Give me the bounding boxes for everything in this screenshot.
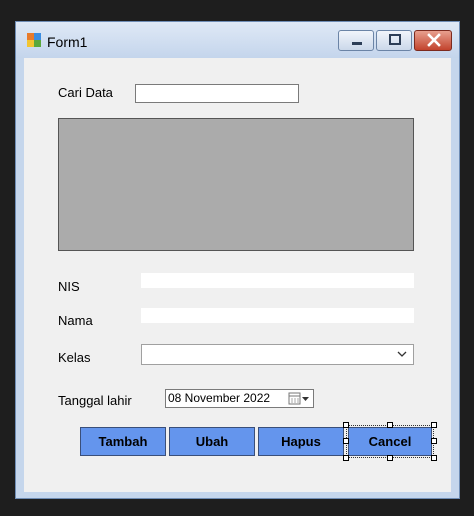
kelas-label: Kelas xyxy=(58,350,91,365)
resize-handle-bottom-left[interactable] xyxy=(343,455,349,461)
nis-input[interactable] xyxy=(141,273,414,288)
close-button[interactable] xyxy=(414,30,452,51)
close-icon xyxy=(427,33,441,47)
minimize-button[interactable] xyxy=(338,30,374,51)
maximize-button[interactable] xyxy=(376,30,412,51)
resize-handle-bottom-right[interactable] xyxy=(431,455,437,461)
resize-handle-left[interactable] xyxy=(343,438,349,444)
nama-label: Nama xyxy=(58,313,93,328)
hapus-button[interactable]: Hapus xyxy=(258,427,344,456)
window-title: Form1 xyxy=(47,34,88,50)
form1-window: Form1 Cari Data NIS Nama Kelas Tanggal l… xyxy=(15,21,460,499)
form-client-area: Cari Data NIS Nama Kelas Tanggal lahir 0… xyxy=(24,58,451,492)
resize-handle-top-left[interactable] xyxy=(343,422,349,428)
resize-handle-top[interactable] xyxy=(387,422,393,428)
minimize-icon xyxy=(352,42,362,45)
nama-input[interactable] xyxy=(141,308,414,323)
tambah-button[interactable]: Tambah xyxy=(80,427,166,456)
search-input[interactable] xyxy=(135,84,299,103)
maximize-icon xyxy=(389,34,401,45)
cancel-button[interactable]: Cancel xyxy=(348,427,432,456)
resize-handle-right[interactable] xyxy=(431,438,437,444)
title-bar[interactable]: Form1 xyxy=(16,22,459,58)
tanggal-lahir-datepicker[interactable]: 08 November 2022 xyxy=(165,389,314,408)
data-grid[interactable] xyxy=(58,118,414,251)
tanggal-lahir-value: 08 November 2022 xyxy=(168,391,271,405)
search-label: Cari Data xyxy=(58,85,113,100)
resize-handle-top-right[interactable] xyxy=(431,422,437,428)
nis-label: NIS xyxy=(58,279,80,294)
app-icon xyxy=(27,33,41,47)
calendar-dropdown-icon[interactable] xyxy=(287,391,311,406)
resize-handle-bottom[interactable] xyxy=(387,455,393,461)
tanggal-lahir-label: Tanggal lahir xyxy=(58,393,132,408)
ubah-button[interactable]: Ubah xyxy=(169,427,255,456)
kelas-combobox[interactable] xyxy=(141,344,414,365)
chevron-down-icon[interactable] xyxy=(397,348,407,360)
